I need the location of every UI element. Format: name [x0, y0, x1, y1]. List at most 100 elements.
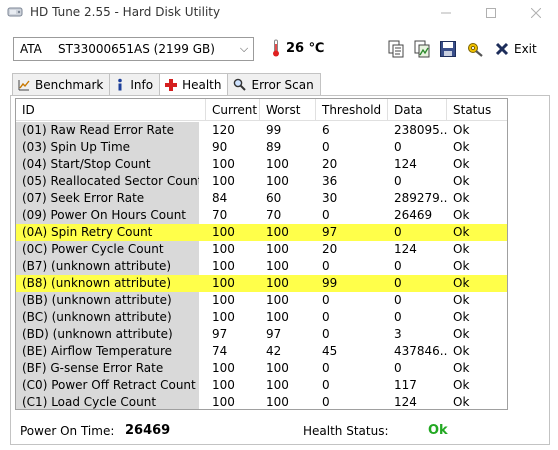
cell-threshold: 6 — [322, 123, 330, 137]
table-row[interactable]: (09) Power On Hours Count 70 70 0 26469 Ok — [16, 207, 507, 224]
table-row[interactable]: (0A) Spin Retry Count 100 100 97 0 Ok — [16, 224, 507, 241]
maximize-icon — [485, 8, 496, 18]
cell-data: 289279... — [394, 191, 447, 205]
cell-data: 124 — [394, 395, 417, 409]
column-header-status[interactable]: Status — [447, 99, 507, 121]
cell-worst: 60 — [266, 191, 282, 205]
options-button[interactable] — [464, 38, 486, 60]
cell-current: 84 — [212, 191, 228, 205]
cell-status: Ok — [453, 395, 470, 409]
tab-info[interactable]: Info — [109, 73, 161, 95]
cell-status: Ok — [453, 242, 470, 256]
table-row[interactable]: (B7) (unknown attribute) 100 100 0 0 Ok — [16, 258, 507, 275]
cell-current: 100 — [212, 378, 235, 392]
table-row[interactable]: (BF) G-sense Error Rate 100 100 0 0 Ok — [16, 360, 507, 377]
table-row[interactable]: (BE) Airflow Temperature 74 42 45 437846... O… — [16, 343, 507, 360]
cell-status: Ok — [453, 344, 470, 358]
exit-label: Exit — [514, 42, 537, 56]
info-icon — [118, 78, 123, 90]
column-header-id[interactable]: ID — [16, 99, 206, 121]
cell-id: (04) Start/Stop Count — [16, 156, 199, 173]
cell-data: 0 — [394, 225, 402, 239]
table-row[interactable]: (03) Spin Up Time 90 89 0 0 Ok — [16, 139, 507, 156]
tab-health[interactable]: Health — [159, 73, 229, 96]
cell-threshold: 0 — [322, 361, 330, 375]
cell-worst: 100 — [266, 361, 289, 375]
cell-id: (0C) Power Cycle Count — [16, 241, 199, 258]
column-header-worst[interactable]: Worst — [260, 99, 316, 121]
cell-worst: 100 — [266, 259, 289, 273]
cell-id: (BC) (unknown attribute) — [16, 309, 199, 326]
cell-data: 26469 — [394, 208, 433, 222]
drive-interface: ATA — [20, 42, 42, 56]
cell-data: 238095... — [394, 123, 447, 137]
cell-current: 100 — [212, 259, 235, 273]
table-row[interactable]: (C1) Load Cycle Count 100 100 0 124 Ok — [16, 394, 507, 409]
close-icon — [530, 8, 541, 18]
cell-data: 0 — [394, 293, 402, 307]
cell-threshold: 36 — [322, 174, 338, 188]
cell-id: (03) Spin Up Time — [16, 139, 199, 156]
cell-worst: 42 — [266, 344, 282, 358]
table-row[interactable]: (BD) (unknown attribute) 97 97 0 3 Ok — [16, 326, 507, 343]
cell-threshold: 0 — [322, 395, 330, 409]
column-header-threshold[interactable]: Threshold — [316, 99, 388, 121]
cell-threshold: 0 — [322, 378, 330, 392]
copy-text-button[interactable] — [385, 38, 407, 60]
cell-data: 0 — [394, 174, 402, 188]
copy-text-icon — [388, 40, 404, 58]
cell-id: (B8) (unknown attribute) — [22, 276, 172, 290]
cell-threshold: 0 — [322, 327, 330, 341]
minimize-button[interactable] — [423, 0, 468, 26]
maximize-button[interactable] — [468, 0, 513, 26]
table-row[interactable]: (BC) (unknown attribute) 100 100 0 0 Ok — [16, 309, 507, 326]
table-row[interactable]: (07) Seek Error Rate 84 60 30 289279... Ok — [16, 190, 507, 207]
cell-current: 100 — [212, 225, 235, 239]
cell-current: 100 — [212, 395, 235, 409]
cell-id: (BB) (unknown attribute) — [16, 292, 199, 309]
cell-worst: 100 — [266, 242, 289, 256]
thermometer-icon — [273, 39, 279, 57]
exit-x-icon — [495, 42, 509, 56]
cell-threshold: 0 — [322, 293, 330, 307]
tab-error-scan[interactable]: Error Scan — [227, 73, 321, 95]
cell-worst: 89 — [266, 140, 282, 154]
table-row[interactable]: (01) Raw Read Error Rate 120 99 6 238095... O… — [16, 122, 507, 139]
cell-current: 100 — [212, 293, 235, 307]
table-row[interactable]: (05) Reallocated Sector Count 100 100 36 0 Ok — [16, 173, 507, 190]
cell-current: 100 — [212, 242, 235, 256]
cell-data: 0 — [394, 276, 402, 290]
cell-id: (B7) (unknown attribute) — [16, 258, 199, 275]
save-button[interactable] — [437, 38, 459, 60]
floppy-disk-icon — [440, 41, 456, 57]
cell-worst: 100 — [266, 174, 289, 188]
column-header-data[interactable]: Data — [388, 99, 447, 121]
cell-threshold: 0 — [322, 259, 330, 273]
close-window-button[interactable] — [513, 0, 558, 26]
cell-threshold: 30 — [322, 191, 338, 205]
cell-data: 124 — [394, 157, 417, 171]
table-row[interactable]: (B8) (unknown attribute) 100 100 99 0 Ok — [16, 275, 507, 292]
exit-button[interactable]: Exit — [495, 37, 549, 61]
hd-tune-app-icon — [7, 7, 23, 17]
cell-worst: 99 — [266, 123, 282, 137]
column-header-current[interactable]: Current — [206, 99, 260, 121]
table-row[interactable]: (04) Start/Stop Count 100 100 20 124 Ok — [16, 156, 507, 173]
smart-attributes-table[interactable]: ID Current Worst Threshold Data Status (… — [15, 98, 508, 410]
table-row[interactable]: (0C) Power Cycle Count 100 100 20 124 Ok — [16, 241, 507, 258]
cell-current: 100 — [212, 310, 235, 324]
table-row[interactable]: (BB) (unknown attribute) 100 100 0 0 Ok — [16, 292, 507, 309]
tab-benchmark[interactable]: Benchmark — [12, 73, 111, 95]
cell-threshold: 99 — [322, 276, 338, 290]
drive-select[interactable]: ATA ST33000651AS (2199 GB) ⌵ — [13, 37, 254, 61]
cell-id: (01) Raw Read Error Rate — [16, 122, 199, 139]
table-row[interactable]: (C0) Power Off Retract Count 100 100 0 117 Ok — [16, 377, 507, 394]
cell-id: (09) Power On Hours Count — [16, 207, 199, 224]
cell-status: Ok — [453, 259, 470, 273]
tab-health-label: Health — [182, 78, 222, 92]
cell-status: Ok — [453, 276, 470, 290]
cell-status: Ok — [453, 310, 470, 324]
health-cross-icon — [165, 79, 178, 91]
copy-screenshot-button[interactable] — [411, 38, 433, 60]
cell-id: (BE) Airflow Temperature — [16, 343, 199, 360]
